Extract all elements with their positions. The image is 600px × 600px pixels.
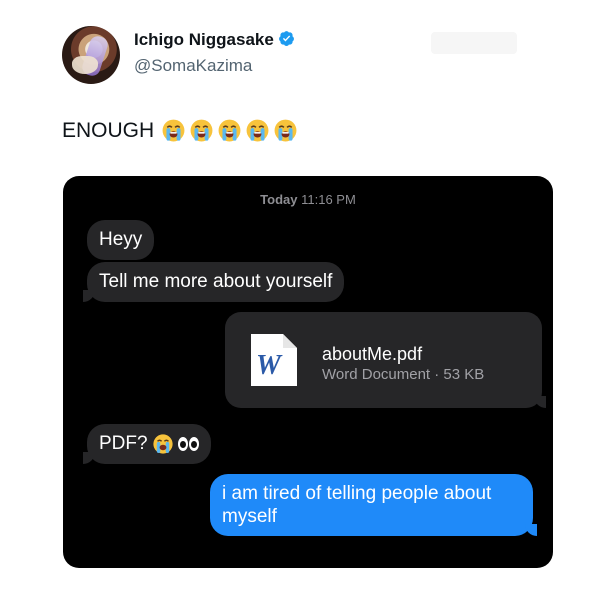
message-text: PDF? bbox=[99, 433, 148, 454]
conversation-timestamp: Today 11:16 PM bbox=[63, 192, 553, 207]
eye-left bbox=[177, 437, 188, 451]
message-bubble-reply: i am tired of telling people about mysel… bbox=[210, 474, 537, 536]
loudly-crying-face-icon bbox=[152, 434, 173, 454]
verified-badge-icon bbox=[278, 31, 294, 47]
eye-right bbox=[188, 437, 199, 451]
tweet-text-label: ENOUGH bbox=[62, 118, 155, 142]
word-document-icon: W bbox=[251, 334, 297, 386]
bubble-tail bbox=[83, 290, 95, 302]
timestamp-time: 11:16 PM bbox=[301, 192, 356, 207]
bubble-tail bbox=[525, 524, 537, 536]
handle[interactable]: @SomaKazima bbox=[134, 56, 252, 76]
message-bubble-heyy: Heyy bbox=[87, 220, 155, 260]
loudly-crying-face-icon bbox=[274, 119, 297, 142]
tweet-text: ENOUGH bbox=[62, 118, 298, 143]
avatar[interactable] bbox=[62, 26, 120, 84]
bubble-tail bbox=[83, 452, 95, 464]
file-name: aboutMe.pdf bbox=[322, 344, 423, 364]
message-bubble-pdf: PDF? bbox=[83, 424, 211, 464]
loudly-crying-face-icon bbox=[162, 119, 185, 142]
eyes-icon bbox=[177, 437, 199, 451]
loudly-crying-face-icon bbox=[246, 119, 269, 142]
loudly-crying-face-icon bbox=[190, 119, 213, 142]
follow-area[interactable] bbox=[431, 32, 517, 54]
timestamp-day: Today bbox=[260, 192, 298, 207]
message-screenshot[interactable]: Today 11:16 PM Heyy Tell me more about y… bbox=[63, 176, 553, 568]
cry-emoji-row bbox=[161, 118, 298, 143]
message-text: Heyy bbox=[99, 229, 143, 250]
file-attachment-bubble[interactable]: W aboutMe.pdf Word Document · 53 KB bbox=[225, 312, 546, 408]
word-document-letter: W bbox=[256, 350, 283, 381]
tweet-header: Ichigo Niggasake @SomaKazima bbox=[62, 26, 542, 84]
message-text: Tell me more about yourself bbox=[99, 271, 333, 292]
display-name[interactable]: Ichigo Niggasake bbox=[134, 30, 295, 50]
display-name-text[interactable]: Ichigo Niggasake bbox=[134, 30, 274, 49]
loudly-crying-face-icon bbox=[218, 119, 241, 142]
message-bubble-tell-me-more: Tell me more about yourself bbox=[83, 262, 345, 302]
bubble-tail bbox=[534, 396, 546, 408]
message-text: i am tired of telling people about mysel… bbox=[222, 483, 492, 527]
file-meta: Word Document · 53 KB bbox=[322, 366, 485, 383]
